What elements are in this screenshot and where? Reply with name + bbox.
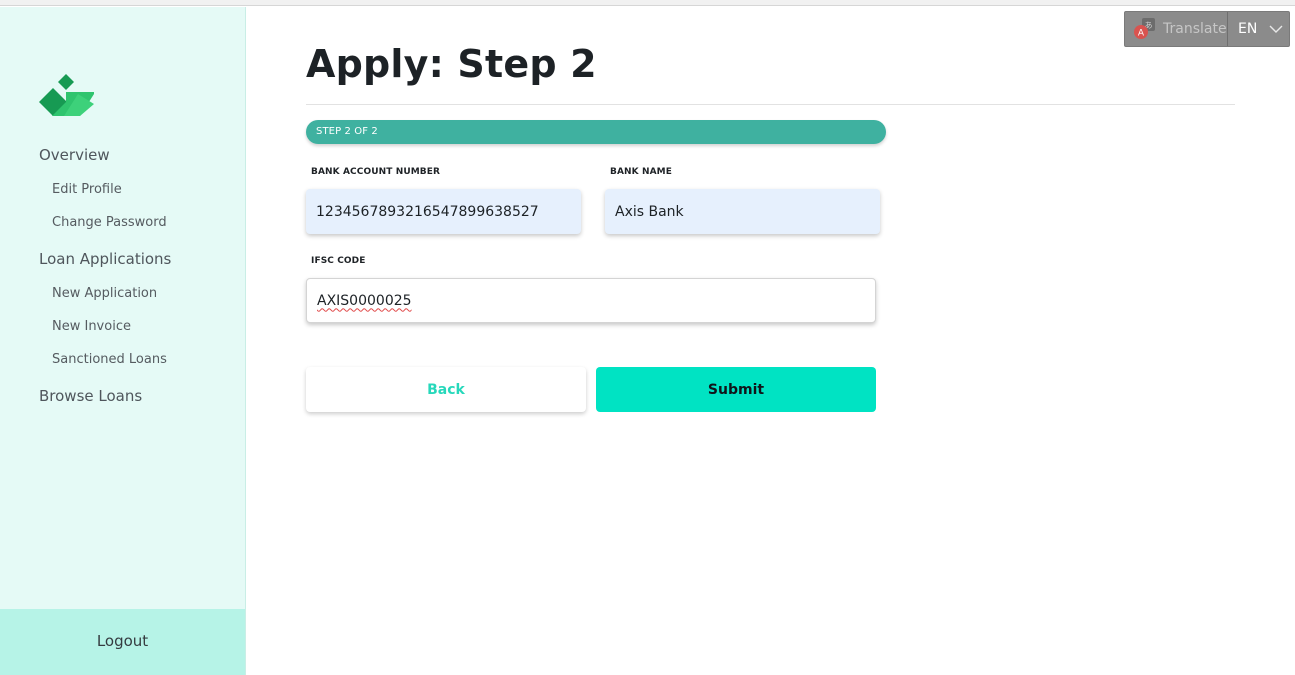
ifsc-input[interactable]: AXIS0000025: [306, 278, 876, 323]
translate-widget[interactable]: あ A Translate EN: [1124, 11, 1290, 47]
page-title: Apply: Step 2: [306, 42, 597, 86]
sidebar-item-sanctioned-loans[interactable]: Sanctioned Loans: [52, 352, 167, 367]
browser-top-edge: [0, 0, 1295, 6]
back-button[interactable]: Back: [306, 367, 586, 412]
sidebar-item-browse-loans[interactable]: Browse Loans: [39, 387, 142, 405]
ifsc-value: AXIS0000025: [317, 292, 412, 309]
sidebar-item-new-application[interactable]: New Application: [52, 286, 157, 301]
step-progress-bar: STEP 2 OF 2: [306, 120, 886, 144]
sidebar-item-change-password[interactable]: Change Password: [52, 215, 167, 230]
logout-bar: Logout: [0, 609, 245, 675]
sidebar-item-edit-profile[interactable]: Edit Profile: [52, 182, 122, 197]
progress-label: STEP 2 OF 2: [316, 126, 378, 137]
ifsc-label: IFSC CODE: [311, 256, 366, 266]
language-value: EN: [1238, 21, 1258, 37]
sidebar-item-overview[interactable]: Overview: [39, 146, 110, 164]
sidebar: Overview Edit Profile Change Password Lo…: [0, 7, 246, 675]
sidebar-item-new-invoice[interactable]: New Invoice: [52, 319, 131, 334]
bank-name-input[interactable]: Axis Bank: [605, 189, 880, 234]
submit-button[interactable]: Submit: [596, 367, 876, 412]
bank-account-value: 1234567893216547899638527: [316, 203, 539, 220]
bank-account-input[interactable]: 1234567893216547899638527: [306, 189, 581, 234]
sidebar-item-loan-applications[interactable]: Loan Applications: [39, 250, 171, 268]
logout-button[interactable]: Logout: [0, 632, 245, 650]
translate-button[interactable]: あ A Translate: [1125, 12, 1228, 46]
google-translate-icon: あ A: [1134, 18, 1155, 39]
bank-name-label: BANK NAME: [610, 167, 672, 177]
translate-label: Translate: [1163, 21, 1227, 37]
bank-account-label: BANK ACCOUNT NUMBER: [311, 167, 441, 177]
title-divider: [306, 104, 1235, 105]
chevron-down-icon: [1269, 25, 1283, 33]
language-select[interactable]: EN: [1228, 12, 1289, 46]
brand-logo[interactable]: [38, 74, 96, 118]
svg-text:A: A: [1138, 29, 1145, 39]
bank-name-value: Axis Bank: [615, 203, 684, 220]
